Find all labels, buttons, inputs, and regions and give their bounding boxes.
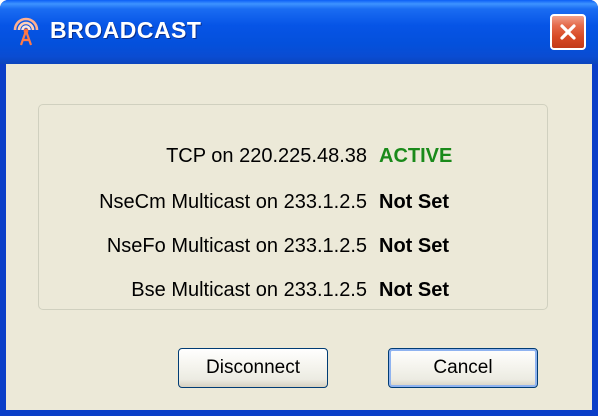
connection-label: NseFo Multicast on 233.1.2.5	[106, 235, 367, 257]
window-title: BROADCAST	[50, 17, 202, 43]
broadcast-dialog: BROADCAST TCP on 220.225.48.38 ACTIVE Ns…	[0, 0, 598, 416]
connection-row-tcp: TCP on 220.225.48.38 ACTIVE	[39, 141, 549, 171]
connection-label: NseCm Multicast on 233.1.2.5	[99, 191, 367, 213]
close-button[interactable]	[550, 14, 586, 50]
title-bar[interactable]: BROADCAST	[0, 0, 598, 64]
connection-status-group: TCP on 220.225.48.38 ACTIVE NseCm Multic…	[38, 104, 548, 310]
cancel-button[interactable]: Cancel	[388, 348, 538, 388]
connection-status: Not Set	[379, 235, 449, 257]
broadcast-antenna-icon	[10, 16, 42, 48]
connection-status: Not Set	[379, 279, 449, 301]
connection-status: ACTIVE	[379, 145, 453, 167]
dialog-body: TCP on 220.225.48.38 ACTIVE NseCm Multic…	[6, 64, 592, 410]
connection-label: TCP on 220.225.48.38	[166, 145, 367, 167]
connection-status: Not Set	[379, 191, 449, 213]
connection-row-bse: Bse Multicast on 233.1.2.5 Not Set	[39, 275, 549, 305]
disconnect-button[interactable]: Disconnect	[178, 348, 328, 388]
connection-label: Bse Multicast on 233.1.2.5	[131, 279, 367, 301]
connection-row-nsecm: NseCm Multicast on 233.1.2.5 Not Set	[39, 187, 549, 217]
connection-row-nsefo: NseFo Multicast on 233.1.2.5 Not Set	[39, 231, 549, 261]
